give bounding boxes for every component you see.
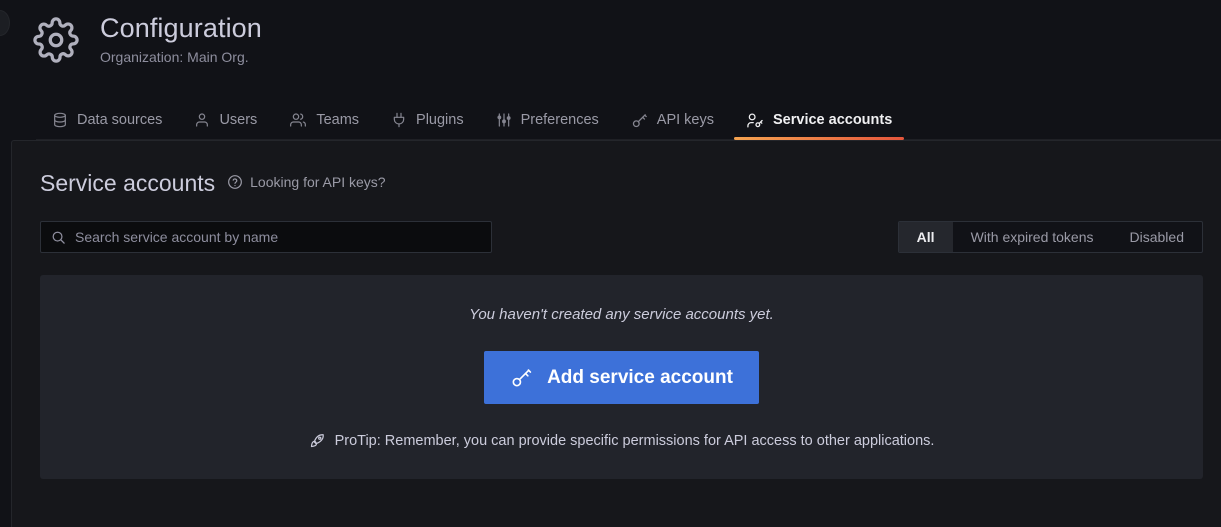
users-group-icon: [289, 112, 307, 128]
tab-users[interactable]: Users: [178, 100, 273, 140]
database-icon: [52, 112, 68, 128]
add-service-account-button[interactable]: Add service account: [484, 351, 759, 404]
empty-state-message: You haven't created any service accounts…: [469, 305, 774, 325]
tab-label: Teams: [316, 112, 359, 128]
page-header: Configuration Organization: Main Org. Da…: [0, 0, 1221, 140]
config-tab-bar: Data sources Users Teams: [36, 100, 1221, 140]
tab-plugins[interactable]: Plugins: [375, 100, 480, 140]
configuration-page: Configuration Organization: Main Org. Da…: [0, 0, 1221, 527]
tab-data-sources[interactable]: Data sources: [36, 100, 178, 140]
add-service-account-label: Add service account: [547, 367, 733, 389]
sliders-icon: [496, 112, 512, 128]
tab-api-keys[interactable]: API keys: [615, 100, 730, 140]
tab-label: API keys: [657, 112, 714, 128]
key-icon: [510, 366, 533, 389]
protip-text: ProTip: Remember, you can provide specif…: [335, 433, 935, 449]
tab-label: Users: [219, 112, 257, 128]
tab-label: Preferences: [521, 112, 599, 128]
page-title-block: Configuration Organization: Main Org.: [30, 12, 262, 66]
question-circle-icon: [227, 174, 243, 190]
search-input[interactable]: [41, 222, 491, 252]
protip-row: ProTip: Remember, you can provide specif…: [309, 432, 935, 449]
empty-state-panel: You haven't created any service accounts…: [40, 275, 1203, 479]
page-title: Configuration: [100, 12, 262, 45]
tab-service-accounts[interactable]: Service accounts: [730, 100, 908, 140]
service-accounts-toolbar: All With expired tokens Disabled: [40, 221, 1212, 253]
tab-label: Data sources: [77, 112, 162, 128]
search-icon: [51, 230, 66, 245]
section-header: Service accounts Looking for API keys?: [40, 169, 1212, 197]
tab-teams[interactable]: Teams: [273, 100, 375, 140]
user-key-icon: [746, 112, 764, 129]
gear-icon: [30, 14, 82, 66]
plug-icon: [391, 112, 407, 128]
filter-disabled-button[interactable]: Disabled: [1112, 222, 1202, 252]
search-service-account-box[interactable]: [40, 221, 492, 253]
service-account-filter-group: All With expired tokens Disabled: [898, 221, 1203, 253]
service-accounts-content: Service accounts Looking for API keys?: [11, 140, 1221, 527]
looking-for-api-keys-label: Looking for API keys?: [250, 174, 385, 190]
tab-label: Service accounts: [773, 112, 892, 128]
nav-toggle-button[interactable]: [0, 10, 10, 36]
section-title: Service accounts: [40, 169, 215, 197]
filter-expired-tokens-button[interactable]: With expired tokens: [953, 222, 1112, 252]
tab-label: Plugins: [416, 112, 464, 128]
organization-label: Organization: Main Org.: [100, 48, 262, 66]
looking-for-api-keys-link[interactable]: Looking for API keys?: [227, 174, 385, 190]
rocket-icon: [309, 432, 326, 449]
user-icon: [194, 112, 210, 128]
filter-all-button[interactable]: All: [899, 222, 953, 252]
tab-preferences[interactable]: Preferences: [480, 100, 615, 140]
key-icon: [631, 112, 648, 129]
